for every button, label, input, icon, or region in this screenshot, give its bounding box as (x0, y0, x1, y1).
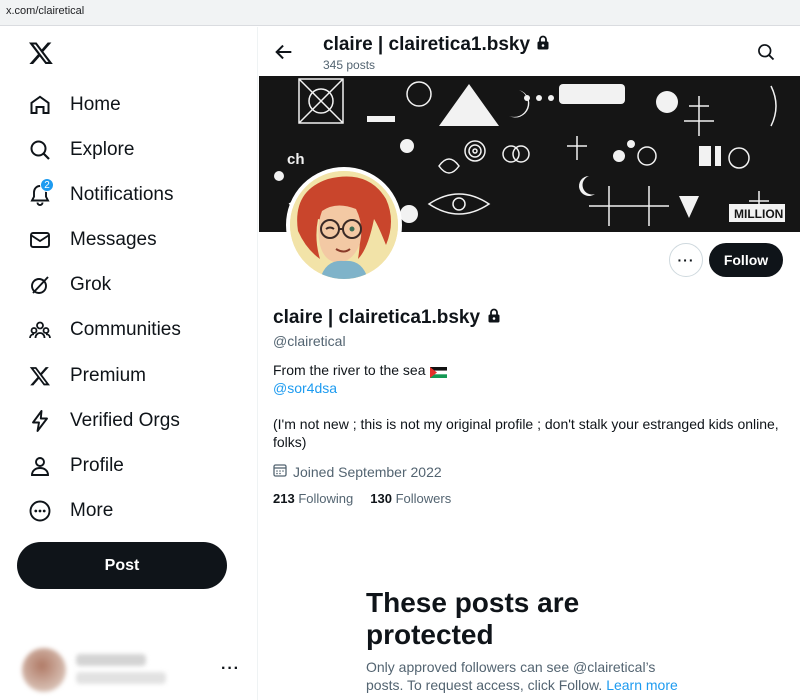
profile-name-text: claire | clairetica1.bsky (273, 307, 481, 328)
notification-badge: 2 (40, 178, 54, 192)
joined-text: Joined September 2022 (293, 463, 442, 480)
sidebar-item-verified-orgs[interactable]: Verified Orgs (27, 403, 247, 439)
header-title-text: claire | clairetica1.bsky (323, 34, 531, 55)
lock-icon (536, 34, 550, 56)
sidebar-item-label: Premium (70, 365, 147, 386)
sidebar-item-label: Notifications (70, 184, 174, 205)
post-button[interactable]: Post (17, 542, 227, 589)
back-arrow-icon[interactable] (273, 41, 295, 63)
sidebar-item-profile[interactable]: Profile (27, 448, 247, 484)
following-label: Following (298, 491, 354, 506)
bio-line: From the river to the sea (273, 362, 447, 378)
sidebar-item-notifications[interactable]: 2 Notifications (27, 177, 247, 213)
account-more-button[interactable]: ··· (221, 660, 240, 678)
sidebar-item-label: Communities (70, 319, 181, 340)
followers-count: 130 (370, 491, 392, 506)
sidebar-item-premium[interactable]: Premium (27, 358, 247, 394)
communities-icon (27, 317, 53, 343)
followers-link[interactable]: 130 Followers (370, 491, 451, 506)
follow-button[interactable]: Follow (709, 243, 783, 277)
bio-text-2: (I'm not new ; this is not my original p… (273, 416, 779, 450)
sidebar-item-label: Home (70, 94, 121, 115)
profile-handle: @clairetical (273, 333, 346, 349)
sidebar-item-label: Verified Orgs (70, 410, 180, 431)
learn-more-link[interactable]: Learn more (606, 677, 678, 693)
bio-mention-link[interactable]: @sor4dsa (273, 380, 337, 396)
envelope-icon (27, 227, 53, 253)
sidebar-item-more[interactable]: More (27, 493, 247, 529)
sidebar-item-home[interactable]: Home (27, 87, 247, 123)
following-link[interactable]: 213 Following (273, 491, 353, 506)
person-icon (27, 453, 53, 479)
x-logo-icon[interactable] (28, 40, 54, 66)
browser-address-bar[interactable]: x.com/clairetical (0, 0, 800, 26)
avatar (22, 648, 66, 692)
sidebar-item-label: Explore (70, 139, 135, 160)
search-icon[interactable] (756, 42, 776, 62)
home-icon (27, 92, 53, 118)
sidebar-item-label: Profile (70, 455, 124, 476)
sidebar-item-messages[interactable]: Messages (27, 222, 247, 258)
svg-text:ch: ch (287, 151, 305, 168)
calendar-icon (273, 463, 287, 480)
followers-label: Followers (395, 491, 452, 506)
profile-avatar[interactable] (286, 167, 402, 283)
lightning-icon (27, 408, 53, 434)
sidebar-item-label: Grok (70, 274, 112, 295)
palestine-flag-icon (429, 365, 447, 378)
sidebar-item-label: Messages (70, 229, 157, 250)
account-switcher[interactable]: ··· (18, 642, 248, 692)
grok-icon (27, 272, 53, 298)
sidebar-item-communities[interactable]: Communities (27, 312, 247, 348)
sidebar-item-explore[interactable]: Explore (27, 132, 247, 168)
profile-header-bar: claire | clairetica1.bsky 345 posts (259, 27, 800, 76)
following-count: 213 (273, 491, 295, 506)
protected-message: Only approved followers can see @clairet… (366, 658, 686, 694)
profile-name: claire | clairetica1.bsky (273, 307, 501, 329)
search-icon (27, 137, 53, 163)
joined-date: Joined September 2022 (273, 463, 442, 480)
x-logo-icon (27, 363, 53, 389)
sidebar: Home Explore 2 Notifications Messages Gr… (0, 27, 258, 700)
protected-title: These posts are protected (366, 587, 580, 650)
sidebar-item-grok[interactable]: Grok (27, 267, 247, 303)
account-name-blurred (76, 654, 146, 666)
sidebar-item-label: More (70, 500, 114, 521)
url-text[interactable]: x.com/clairetical (6, 5, 84, 17)
header-title: claire | clairetica1.bsky (323, 34, 550, 56)
lock-icon (487, 307, 501, 329)
follow-stats: 213 Following 130 Followers (273, 491, 451, 506)
account-handle-blurred (76, 672, 166, 684)
svg-text:MILLION: MILLION (734, 207, 783, 221)
bell-icon: 2 (27, 178, 54, 208)
profile-column: MILLION ch claire | clairetica1.bsky 345… (259, 27, 800, 700)
post-count: 345 posts (323, 58, 376, 72)
bio-text: From the river to the sea (273, 362, 426, 378)
more-circle-icon (27, 498, 53, 524)
profile-more-button[interactable]: ··· (669, 243, 703, 277)
